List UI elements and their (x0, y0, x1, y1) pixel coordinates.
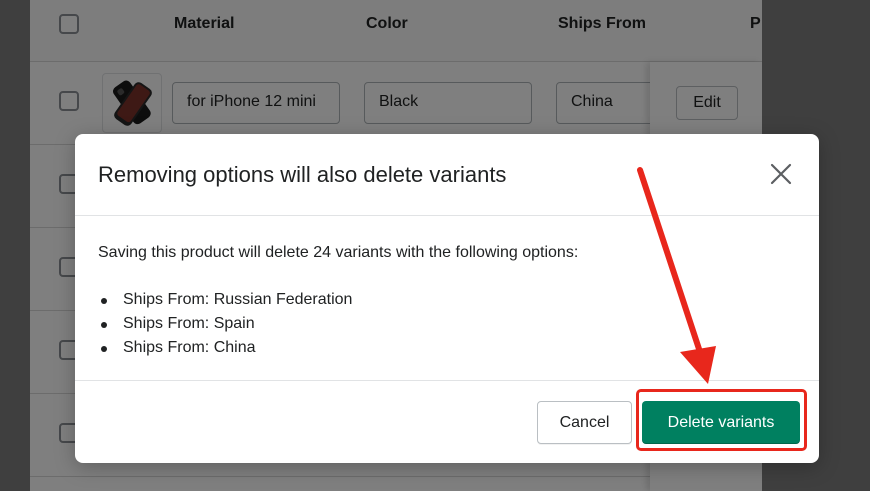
list-item: Ships From: Russian Federation (98, 288, 352, 312)
deleted-options-list: Ships From: Russian Federation Ships Fro… (98, 288, 352, 360)
modal-body: Saving this product will delete 24 varia… (75, 216, 819, 380)
page: Material Color Ships From P fo (0, 0, 870, 491)
cancel-button[interactable]: Cancel (537, 401, 632, 444)
close-icon[interactable] (769, 162, 793, 186)
annotation-highlight-box (636, 389, 807, 451)
modal-header: Removing options will also delete varian… (75, 134, 819, 216)
modal-title: Removing options will also delete varian… (98, 162, 507, 187)
modal-description: Saving this product will delete 24 varia… (98, 244, 579, 261)
list-item: Ships From: China (98, 336, 352, 360)
list-item: Ships From: Spain (98, 312, 352, 336)
